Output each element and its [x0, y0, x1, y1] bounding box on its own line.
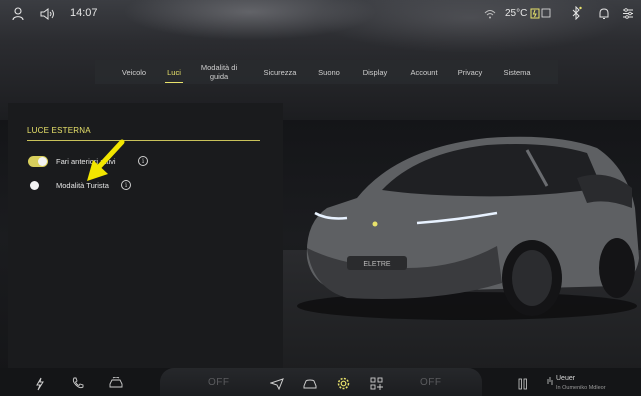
tab-label: Veicolo: [121, 67, 147, 77]
tab-label: Account: [410, 67, 438, 77]
charging-icon[interactable]: [35, 377, 45, 391]
tab-suono[interactable]: Suono: [313, 60, 345, 84]
volume-icon[interactable]: [40, 8, 56, 20]
annotation-arrow-icon: [87, 139, 125, 181]
rain-icon: [547, 377, 553, 385]
settings-sliders-icon[interactable]: [622, 7, 634, 20]
tab-sistema[interactable]: Sistema: [497, 60, 537, 84]
settings-gear-icon[interactable]: [336, 376, 351, 391]
temperature: 25°C: [505, 8, 528, 19]
left-climate-status[interactable]: OFF: [208, 377, 230, 388]
tab-display[interactable]: Display: [357, 60, 393, 84]
info-icon[interactable]: i: [138, 156, 148, 166]
toggle-knob: [30, 181, 39, 190]
apps-grid-icon[interactable]: [370, 377, 383, 390]
tab-label: Luci: [167, 67, 181, 77]
tab-account[interactable]: Account: [403, 60, 445, 84]
weather-description: In Oumeniko Mdleor: [556, 385, 606, 391]
toggle-knob: [38, 157, 47, 166]
front-lights-toggle[interactable]: [28, 156, 48, 167]
car-sync-icon[interactable]: [108, 377, 124, 389]
navigation-icon[interactable]: [270, 378, 284, 390]
tab-luci[interactable]: Luci: [163, 60, 185, 84]
wifi-icon: [484, 10, 496, 19]
section-title: LUCE ESTERNA: [27, 126, 91, 135]
tab-label: Sicurezza: [263, 67, 297, 77]
tab-label: Privacy: [457, 67, 483, 77]
settings-tab-bar: Veicolo Luci Modalità di guida Sicurezza…: [95, 60, 558, 84]
ev-charge-icon: [530, 8, 551, 19]
tab-label: Modalità di guida: [200, 63, 238, 81]
bluetooth-icon[interactable]: [570, 6, 582, 20]
media-pause-icon[interactable]: [518, 378, 528, 390]
car-image: ELETRE: [297, 136, 639, 320]
weather-city[interactable]: Ueuer: [556, 375, 575, 382]
bell-icon[interactable]: [598, 7, 610, 20]
right-climate-status[interactable]: OFF: [420, 377, 442, 388]
clock: 14:07: [70, 7, 98, 19]
tab-sicurezza[interactable]: Sicurezza: [259, 60, 301, 84]
car-icon[interactable]: [302, 378, 318, 390]
tab-label: Suono: [318, 67, 340, 77]
tab-privacy[interactable]: Privacy: [451, 60, 489, 84]
car-infotainment-screen: 14:07 25°C Veicolo Luci Modalità di guid…: [0, 0, 641, 396]
user-icon[interactable]: [12, 7, 24, 21]
tab-veicolo[interactable]: Veicolo: [113, 60, 155, 84]
tab-label: Sistema: [503, 67, 531, 77]
tab-label: Display: [362, 67, 388, 77]
car-badge: ELETRE: [363, 261, 391, 268]
status-bar: 14:07 25°C: [0, 0, 641, 30]
tourist-mode-toggle[interactable]: [28, 180, 48, 191]
tab-modalita-di-guida[interactable]: Modalità di guida: [195, 60, 243, 84]
exterior-lights-panel: LUCE ESTERNA Fari anteriori attivi i Mod…: [8, 103, 283, 369]
section-divider: [27, 140, 260, 141]
phone-icon[interactable]: [72, 377, 84, 389]
